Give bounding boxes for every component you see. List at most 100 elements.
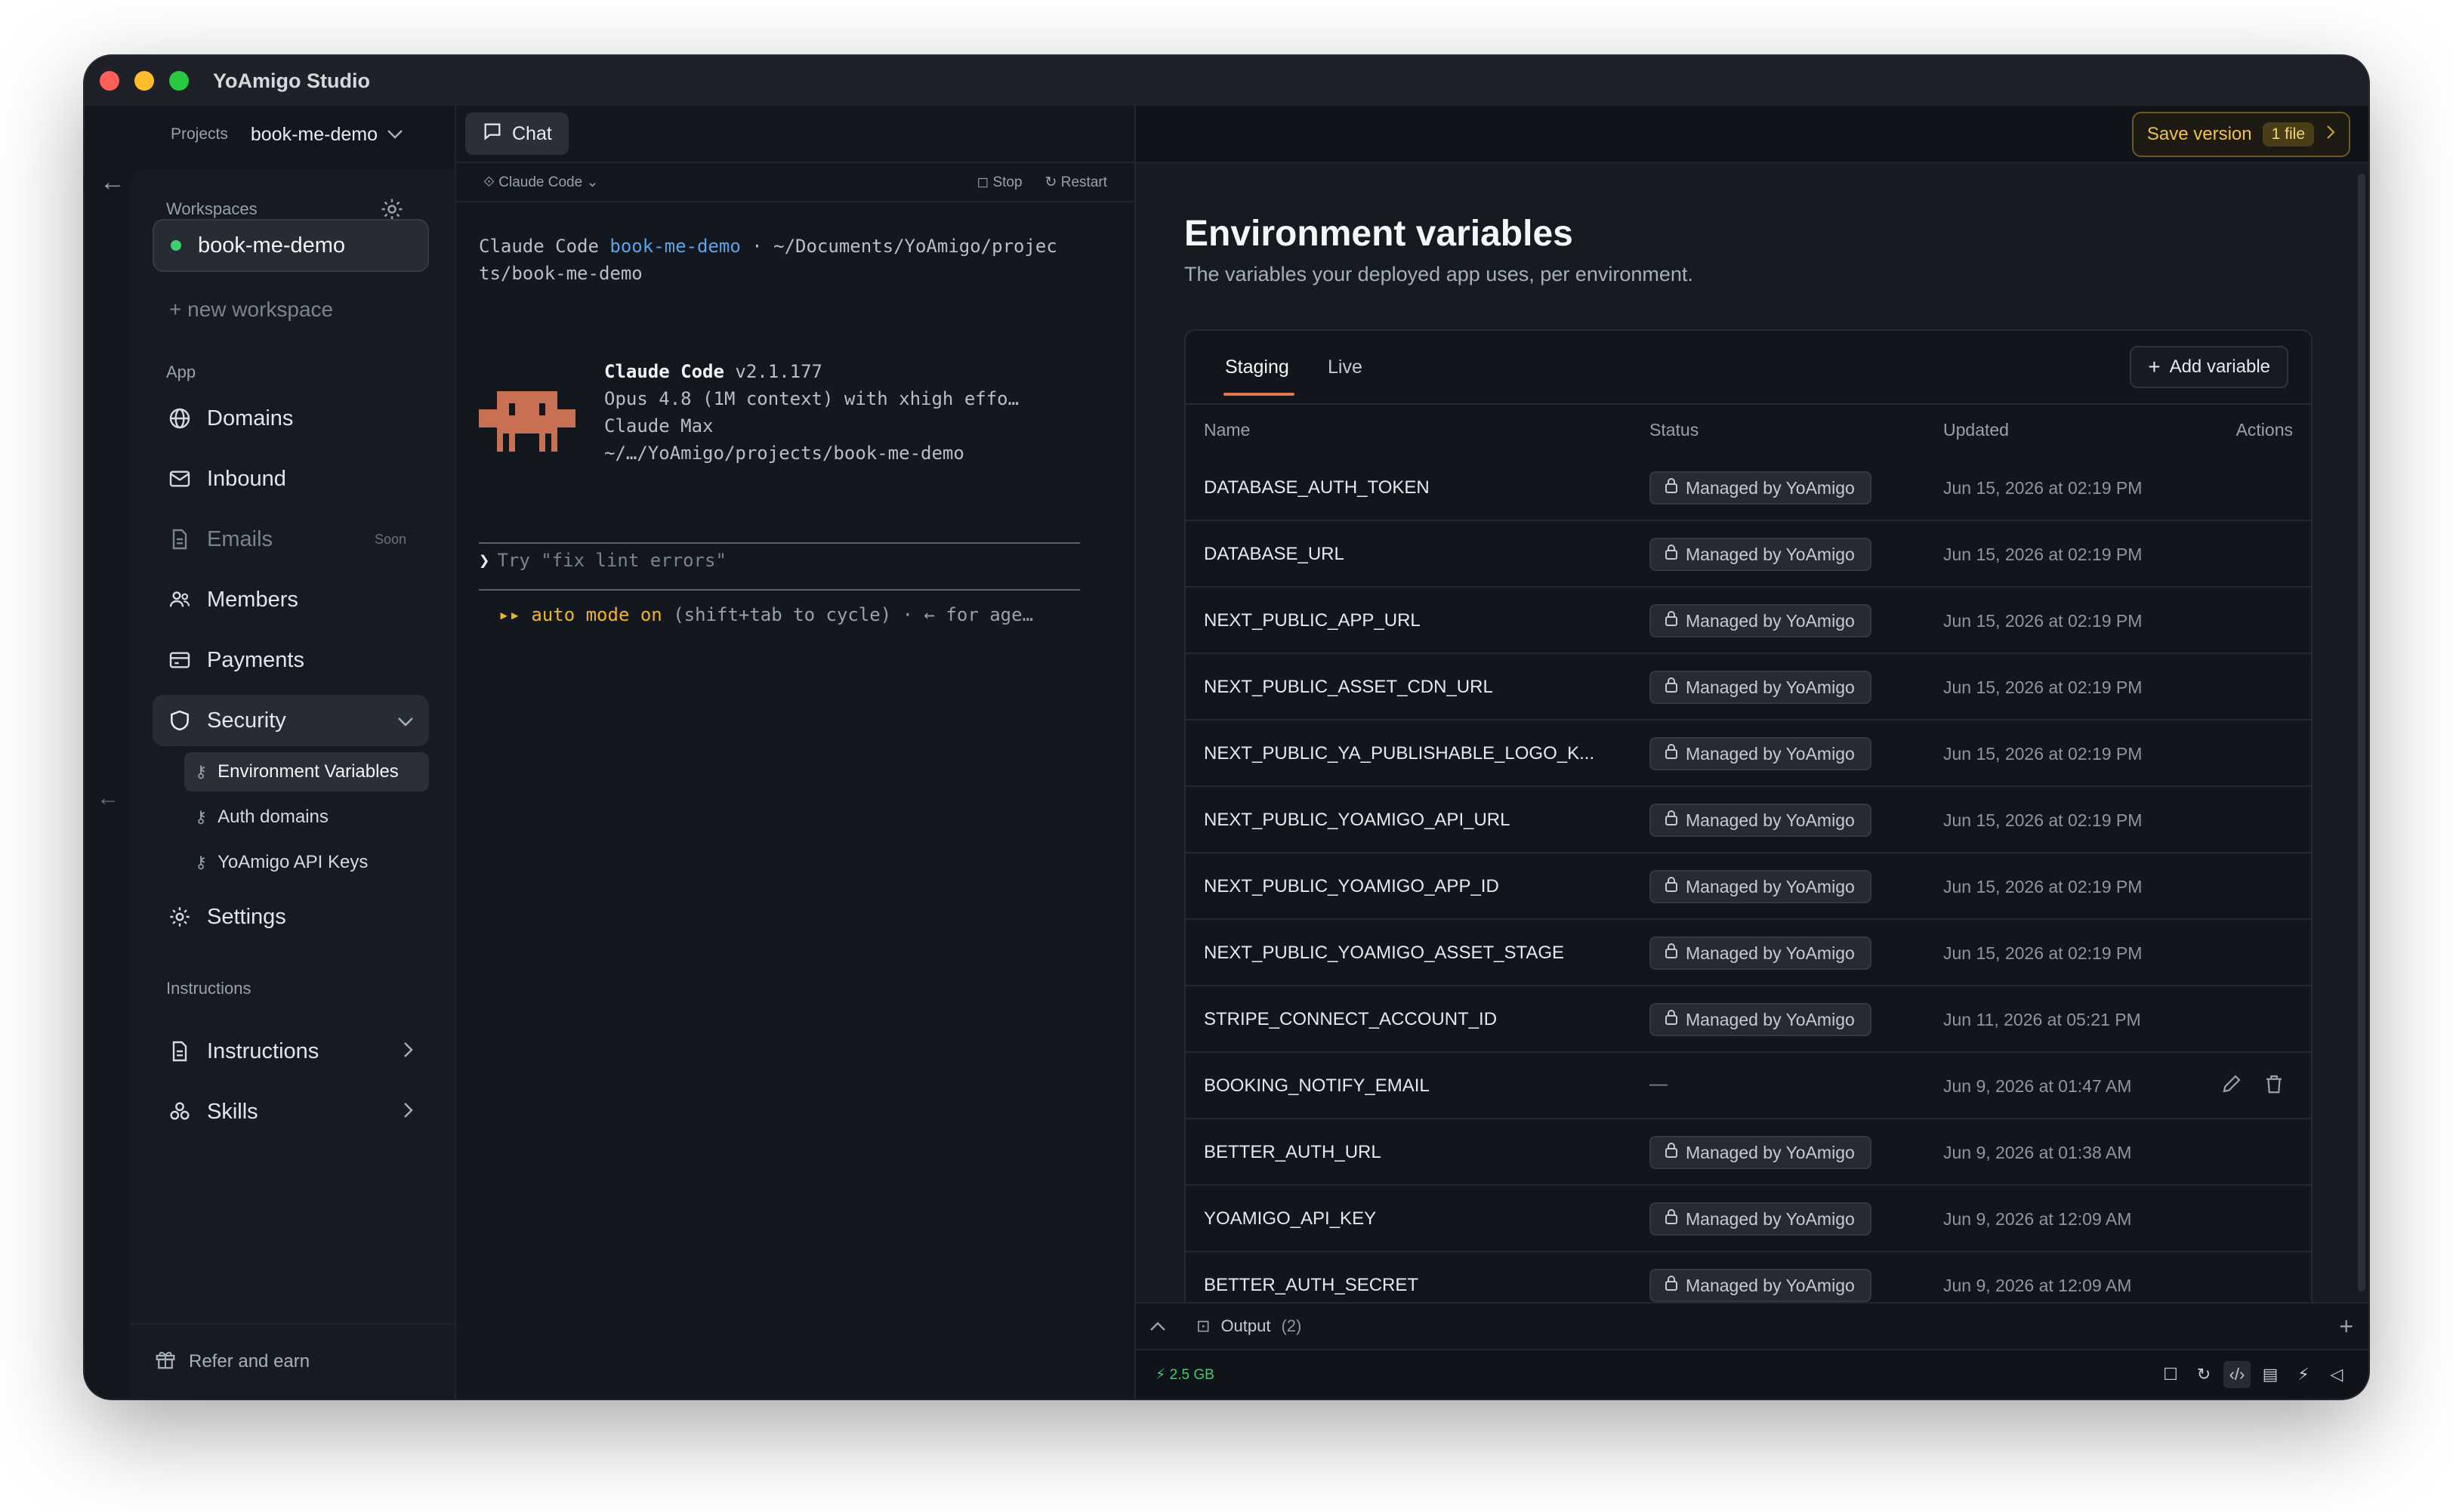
table-row[interactable]: BETTER_AUTH_SECRET Managed by YoAmigo Jun …	[1186, 1252, 2311, 1302]
refresh-icon[interactable]: ↻	[2190, 1361, 2217, 1388]
project-switcher[interactable]: Projects book-me-demo	[130, 106, 455, 163]
table-row[interactable]: NEXT_PUBLIC_YOAMIGO_APP_ID Managed by YoA…	[1186, 853, 2311, 920]
soon-badge: Soon	[374, 531, 406, 547]
status-text: Managed by YoAmigo	[1686, 743, 1855, 764]
changed-files-badge: 1 file	[2262, 122, 2314, 147]
agent-version: v2.1.177	[724, 361, 822, 382]
workspace-settings-gear-icon[interactable]	[379, 196, 405, 222]
terminal-project-link[interactable]: book-me-demo	[609, 236, 740, 257]
sidebar-item-settings[interactable]: Settings	[153, 891, 429, 943]
add-variable-label: Add variable	[2169, 356, 2270, 377]
code-icon[interactable]: ‹/›	[2223, 1361, 2251, 1388]
table-row[interactable]: YOAMIGO_API_KEY Managed by YoAmigo Jun 9, …	[1186, 1186, 2311, 1252]
app-heading: App	[166, 363, 196, 381]
tab-staging[interactable]: Staging	[1225, 356, 1289, 378]
pencil-icon[interactable]	[2220, 1072, 2246, 1098]
minimize-window-button[interactable]	[134, 71, 154, 91]
environment-tabs: Staging Live + Add variable	[1186, 331, 2311, 405]
prompt-divider-top	[479, 542, 1080, 544]
key-icon: ⚷	[195, 853, 208, 872]
project-name: book-me-demo	[250, 123, 378, 145]
sidebar-item-members[interactable]: Members	[153, 574, 429, 625]
agent-toolbar: ⟐ Claude Code ⌄ ◻ Stop ↻ Restart	[456, 163, 1134, 202]
close-window-button[interactable]	[100, 71, 119, 91]
sidebar-item-label: Members	[207, 587, 298, 612]
table-row[interactable]: DATABASE_AUTH_TOKEN Managed by YoAmigo Jun…	[1186, 455, 2311, 521]
variable-name: DATABASE_AUTH_TOKEN	[1204, 477, 1430, 498]
table-row[interactable]: NEXT_PUBLIC_ASSET_CDN_URL Managed by YoAm…	[1186, 654, 2311, 721]
sidebar-item-skills[interactable]: Skills	[153, 1086, 429, 1137]
status-badge: Managed by YoAmigo	[1649, 1136, 1871, 1169]
collapse-sidebar-icon[interactable]: ←	[97, 785, 119, 811]
lock-icon	[1665, 1275, 1678, 1296]
updated-timestamp: Jun 15, 2026 at 02:19 PM	[1943, 877, 2143, 896]
chevron-up-icon[interactable]	[1149, 1316, 1166, 1336]
activity-icon[interactable]: ⚡	[2290, 1361, 2317, 1388]
tab-live[interactable]: Live	[1328, 356, 1362, 378]
sidebar-item-payments[interactable]: Payments	[153, 634, 429, 686]
trash-icon[interactable]	[2263, 1072, 2288, 1098]
agent-plan: Claude Max	[604, 415, 714, 437]
status-text: Managed by YoAmigo	[1686, 1009, 1855, 1029]
sidebar-item-security[interactable]: Security	[153, 695, 429, 746]
variable-name: NEXT_PUBLIC_YOAMIGO_API_URL	[1204, 810, 1510, 830]
database-icon[interactable]: ▤	[2257, 1361, 2284, 1388]
chevron-right-icon	[2326, 124, 2335, 145]
tab-chat[interactable]: Chat	[465, 113, 569, 155]
status-badge: Managed by YoAmigo	[1649, 538, 1871, 571]
status-badge: Managed by YoAmigo	[1649, 1269, 1871, 1302]
speaker-icon[interactable]: ◁	[2323, 1361, 2350, 1388]
table-row[interactable]: NEXT_PUBLIC_APP_URL Managed by YoAmigo Jun…	[1186, 588, 2311, 654]
sidebar-item-instructions[interactable]: Instructions	[153, 1026, 429, 1077]
lock-icon	[1665, 610, 1678, 631]
table-row[interactable]: STRIPE_CONNECT_ACCOUNT_ID Managed by YoAm…	[1186, 986, 2311, 1053]
refer-and-earn-button[interactable]: Refer and earn	[130, 1323, 455, 1399]
key-icon: ⚷	[195, 762, 208, 781]
sidebar-subitem-environment-variables[interactable]: ⚷ Environment Variables	[184, 752, 429, 791]
sidebar-item-label: Payments	[207, 647, 304, 672]
plus-icon: +	[2148, 355, 2161, 378]
new-workspace-button[interactable]: + new workspace	[169, 298, 333, 322]
maximize-window-button[interactable]	[169, 71, 189, 91]
table-row[interactable]: BETTER_AUTH_URL Managed by YoAmigo Jun 9, …	[1186, 1119, 2311, 1186]
stop-button[interactable]: ◻ Stop	[977, 174, 1022, 191]
save-version-button[interactable]: Save version 1 file	[2131, 112, 2350, 157]
sidebar-subitem-auth-domains[interactable]: ⚷ Auth domains	[184, 798, 429, 837]
table-row[interactable]: BOOKING_NOTIFY_EMAIL — Jun 9, 2026 at 01:4…	[1186, 1053, 2311, 1119]
back-arrow-icon[interactable]: ←	[100, 168, 125, 197]
status-text: Managed by YoAmigo	[1686, 1208, 1855, 1229]
lock-icon	[1665, 1142, 1678, 1163]
table-row[interactable]: NEXT_PUBLIC_YA_PUBLISHABLE_LOGO_K... Mana…	[1186, 721, 2311, 787]
window-title: YoAmigo Studio	[213, 69, 370, 92]
sidebar-subitem-api-keys[interactable]: ⚷ YoAmigo API Keys	[184, 843, 429, 882]
restart-button[interactable]: ↻ Restart	[1045, 174, 1107, 191]
add-output-button[interactable]: +	[2339, 1313, 2353, 1341]
variable-name: NEXT_PUBLIC_YOAMIGO_ASSET_STAGE	[1204, 943, 1565, 963]
table-row[interactable]: NEXT_PUBLIC_YOAMIGO_API_URL Managed by Yo…	[1186, 787, 2311, 853]
status-text: Managed by YoAmigo	[1686, 544, 1855, 564]
agent-selector[interactable]: ⟐ Claude Code ⌄	[483, 174, 598, 191]
updated-timestamp: Jun 15, 2026 at 02:19 PM	[1943, 744, 2143, 764]
table-row[interactable]: NEXT_PUBLIC_YOAMIGO_ASSET_STAGE Managed b…	[1186, 920, 2311, 986]
column-header-name: Name	[1204, 419, 1251, 440]
prompt-input[interactable]: ❯ Try "fix lint errors"	[479, 550, 727, 571]
gift-icon	[154, 1348, 177, 1376]
column-header-status: Status	[1649, 419, 1699, 440]
table-row[interactable]: DATABASE_URL Managed by YoAmigo Jun 15, 20…	[1186, 521, 2311, 588]
main-panel: Save version 1 file Environment variable…	[1136, 106, 2368, 1399]
chat-panel: Chat ⟐ Claude Code ⌄ ◻ Stop ↻ Restart Cl…	[456, 106, 1136, 1399]
terminal-icon: ⊡	[1196, 1316, 1211, 1335]
status-badge: Managed by YoAmigo	[1649, 1202, 1871, 1236]
workspace-item[interactable]: book-me-demo	[153, 219, 429, 272]
output-label[interactable]: Output	[1220, 1316, 1270, 1336]
vertical-scrollbar[interactable]	[2358, 174, 2365, 1291]
sidebar-item-domains[interactable]: Domains	[153, 393, 429, 444]
sidebar-item-inbound[interactable]: Inbound	[153, 453, 429, 505]
add-variable-button[interactable]: + Add variable	[2130, 346, 2288, 388]
stop-icon[interactable]: ☐	[2157, 1361, 2184, 1388]
left-rail: ← ←	[85, 106, 130, 1399]
lock-icon	[1665, 544, 1678, 565]
page-title: Environment variables	[1184, 214, 1573, 254]
online-status-dot	[171, 240, 181, 251]
agent-info-title: Claude Code	[604, 361, 724, 382]
